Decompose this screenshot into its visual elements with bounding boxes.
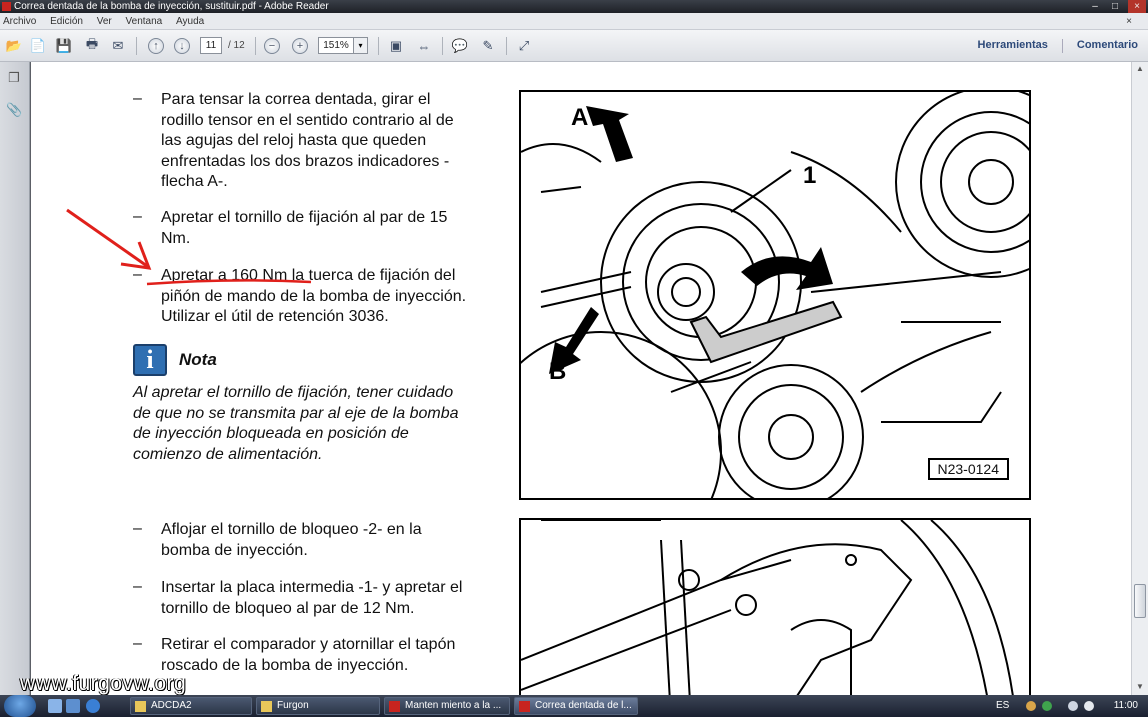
network-icon[interactable] <box>1068 701 1078 711</box>
adobe-reader-icon <box>2 2 11 11</box>
open-file-icon[interactable]: 📂 <box>4 36 24 56</box>
note-title: Nota <box>179 350 217 369</box>
red-annotation <box>66 208 312 286</box>
annotation-arrow-shaft <box>66 208 148 268</box>
step-text: Para tensar la correa dentada, girar el … <box>161 91 454 190</box>
arrow-up-icon: ↑ <box>148 38 164 54</box>
tray-shield-icon[interactable] <box>1042 701 1052 711</box>
tools-button[interactable]: Herramientas <box>978 39 1048 53</box>
close-document-button[interactable]: × <box>1126 13 1132 30</box>
menu-archivo[interactable]: Archivo <box>3 13 36 30</box>
email-icon[interactable]: ✉ <box>108 36 128 56</box>
right-panel-links: Herramientas Comentario <box>978 39 1138 53</box>
taskbar-item[interactable]: Furgon <box>256 697 380 715</box>
engine-drawing <box>521 92 1029 498</box>
maximize-button[interactable]: □ <box>1108 0 1122 13</box>
folder-icon <box>261 701 272 712</box>
watermark: www.furgovw.org <box>20 672 187 695</box>
vertical-scrollbar[interactable]: ▲ ▼ <box>1131 62 1148 695</box>
save-icon[interactable]: 💾 <box>54 36 74 56</box>
folder-icon <box>135 701 146 712</box>
create-pdf-icon[interactable]: 📄 <box>28 36 48 56</box>
pdf-icon <box>389 701 400 712</box>
document-page: – Para tensar la correa dentada, girar e… <box>31 62 1131 695</box>
minimize-button[interactable]: – <box>1088 0 1102 13</box>
figure-label: N23-0124 <box>927 458 1009 480</box>
internet-explorer-icon[interactable] <box>86 699 100 713</box>
pdf-icon <box>519 701 530 712</box>
list-dash: – <box>133 90 142 107</box>
next-page-button[interactable]: ↓ <box>172 36 192 56</box>
fit-width-icon[interactable]: ⇔ <box>414 36 434 56</box>
arrow-down-icon: ↓ <box>174 38 190 54</box>
page-number-input[interactable]: 11 <box>200 37 222 54</box>
show-desktop-icon[interactable] <box>48 699 62 713</box>
annotation-underline <box>146 279 312 286</box>
menu-ventana[interactable]: Ventana <box>126 13 163 30</box>
print-icon[interactable]: 🖶 <box>82 36 102 56</box>
menu-bar: Archivo Edición Ver Ventana Ayuda × <box>0 13 1148 30</box>
minus-icon: − <box>264 38 280 54</box>
scroll-up-arrow-icon[interactable]: ▲ <box>1135 64 1145 74</box>
title-bar: Correa dentada de la bomba de inyección,… <box>0 0 1148 13</box>
zoom-dropdown[interactable]: ▾ <box>354 37 368 54</box>
taskbar-item[interactable]: Manten miento a la ... <box>384 697 510 715</box>
scroll-down-arrow-icon[interactable]: ▼ <box>1135 682 1145 692</box>
toolbar: 📂 📄 💾 🖶 ✉ ↑ ↓ 11 / 12 − + 151% ▾ ▣ ⇔ 💬 ✎… <box>0 30 1148 62</box>
switch-windows-icon[interactable] <box>66 699 80 713</box>
figure-timing-belt-tensioner: A B 1 N23-0124 <box>519 90 1031 500</box>
system-tray: ES 11:00 <box>988 695 1148 717</box>
close-button[interactable]: × <box>1128 0 1146 13</box>
zoom-in-button[interactable]: + <box>290 36 310 56</box>
previous-page-button[interactable]: ↑ <box>146 36 166 56</box>
taskbar-item-active[interactable]: Correa dentada de l... <box>514 697 638 715</box>
step-text: Aflojar el tornillo de bloqueo -2- en la… <box>161 521 422 559</box>
total-pages: / 12 <box>228 40 245 51</box>
zoom-input[interactable]: 151% <box>318 37 354 54</box>
list-dash: – <box>133 520 142 537</box>
start-button[interactable] <box>4 695 36 717</box>
list-dash: – <box>133 578 142 595</box>
clock: 11:00 <box>1113 700 1138 711</box>
callout-a: A <box>571 104 589 131</box>
tray-app-icon[interactable] <box>1026 701 1036 711</box>
note-text: Al apretar el tornillo de fijación, tene… <box>133 384 459 463</box>
menu-edicion[interactable]: Edición <box>50 13 83 30</box>
info-icon: i <box>133 344 167 376</box>
navigation-panel: ❐ 📎 <box>0 62 30 695</box>
comment-button[interactable]: Comentario <box>1077 39 1138 53</box>
callout-b: B <box>549 358 567 385</box>
taskbar-item[interactable]: ADCDA2 <box>130 697 252 715</box>
expand-icon[interactable]: ⤢ <box>514 36 534 56</box>
step-text: Retirar el comparador y atornillar el ta… <box>161 636 456 674</box>
scrollbar-thumb[interactable] <box>1134 584 1146 618</box>
comment-icon[interactable]: 💬 <box>450 36 470 56</box>
plus-icon: + <box>292 38 308 54</box>
menu-ayuda[interactable]: Ayuda <box>176 13 204 30</box>
menu-ver[interactable]: Ver <box>97 13 112 30</box>
list-dash: – <box>133 635 142 652</box>
callout-1: 1 <box>803 162 817 189</box>
highlight-icon[interactable]: ✎ <box>478 36 498 56</box>
step-text: Insertar la placa intermedia -1- y apret… <box>161 579 463 617</box>
taskbar: ADCDA2 Furgon Manten miento a la ... Cor… <box>0 695 1148 717</box>
figure-injection-pump <box>519 518 1031 695</box>
language-indicator[interactable]: ES <box>996 695 1009 717</box>
window-title: Correa dentada de la bomba de inyección,… <box>14 1 329 12</box>
pump-drawing <box>521 520 1014 695</box>
zoom-out-button[interactable]: − <box>262 36 282 56</box>
page-thumbnails-icon[interactable]: ❐ <box>6 70 22 86</box>
attachments-icon[interactable]: 📎 <box>6 102 22 118</box>
fit-page-icon[interactable]: ▣ <box>386 36 406 56</box>
window-controls: – □ × <box>1088 0 1146 13</box>
volume-icon[interactable] <box>1084 701 1094 711</box>
